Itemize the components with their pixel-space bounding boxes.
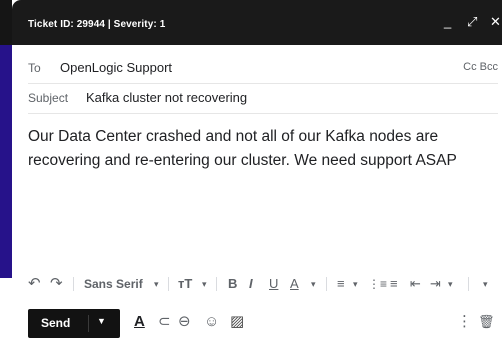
emoji-icon[interactable]: ☺	[204, 313, 219, 331]
window-title: Ticket ID: 29944 | Severity: 1	[28, 19, 166, 30]
background-left-dark	[0, 0, 12, 45]
message-body[interactable]: Our Data Center crashed and not all of o…	[28, 125, 488, 173]
send-options-icon[interactable]: ▼	[97, 316, 106, 326]
chevron-down-icon[interactable]: ▾	[353, 273, 358, 295]
send-button[interactable]: Send ▼	[28, 309, 120, 338]
minimize-icon[interactable]: _	[444, 15, 451, 29]
more-options-icon[interactable]: ⋮	[457, 313, 472, 331]
compose-window: Ticket ID: 29944 | Severity: 1 _ ⤢ ✕ To …	[12, 0, 502, 356]
underline-icon[interactable]: U	[269, 273, 278, 295]
numbered-list-icon[interactable]: ⋮≡	[368, 273, 387, 295]
toolbar-divider	[216, 277, 217, 291]
more-formatting-icon[interactable]: ▾	[483, 273, 488, 295]
expand-icon[interactable]: ⤢	[467, 15, 477, 29]
link-icon[interactable]: ⊖	[178, 313, 191, 331]
cc-bcc-link[interactable]: Cc Bcc	[463, 61, 498, 73]
formatting-icon[interactable]: A	[134, 313, 145, 331]
to-label: To	[28, 61, 41, 75]
bulleted-list-icon[interactable]: ≡	[390, 273, 398, 295]
compose-titlebar: Ticket ID: 29944 | Severity: 1 _ ⤢ ✕	[12, 0, 502, 45]
italic-icon[interactable]: I	[249, 273, 253, 295]
format-toolbar: ↶ ↷ Sans Serif ▾ тT ▾ B I U A ▾ ≡ ▾ ⋮≡ ≡…	[28, 273, 502, 295]
toolbar-divider	[168, 277, 169, 291]
subject-field[interactable]: Kafka cluster not recovering	[86, 90, 247, 105]
photo-icon[interactable]: ▨	[230, 313, 244, 331]
to-row: To OpenLogic Support Cc Bcc	[28, 53, 498, 84]
recipient-field[interactable]: OpenLogic Support	[60, 60, 172, 75]
undo-icon[interactable]: ↶	[28, 273, 41, 295]
indent-less-icon[interactable]: ⇤	[410, 273, 421, 295]
chevron-down-icon[interactable]: ▾	[202, 273, 207, 295]
text-color-icon[interactable]: A	[290, 273, 299, 295]
attach-icon[interactable]: ⊂	[158, 313, 171, 331]
close-icon[interactable]: ✕	[490, 15, 501, 29]
chevron-down-icon[interactable]: ▾	[448, 273, 453, 295]
subject-row: Subject Kafka cluster not recovering	[28, 83, 498, 114]
indent-more-icon[interactable]: ⇥	[430, 273, 441, 295]
send-divider	[88, 315, 89, 332]
align-icon[interactable]: ≡	[337, 273, 345, 295]
subject-label: Subject	[28, 91, 69, 105]
bold-icon[interactable]: B	[228, 273, 237, 295]
text-size-icon[interactable]: тT	[178, 273, 192, 295]
chevron-down-icon[interactable]: ▾	[311, 273, 316, 295]
toolbar-divider	[468, 277, 469, 291]
redo-icon[interactable]: ↷	[50, 273, 63, 295]
trash-icon[interactable]: 🗑	[478, 313, 495, 331]
toolbar-divider	[73, 277, 74, 291]
font-family-select[interactable]: Sans Serif	[84, 273, 143, 295]
chevron-down-icon[interactable]: ▾	[154, 273, 159, 295]
background-left-accent	[0, 45, 12, 278]
toolbar-divider	[326, 277, 327, 291]
send-label: Send	[41, 316, 71, 330]
